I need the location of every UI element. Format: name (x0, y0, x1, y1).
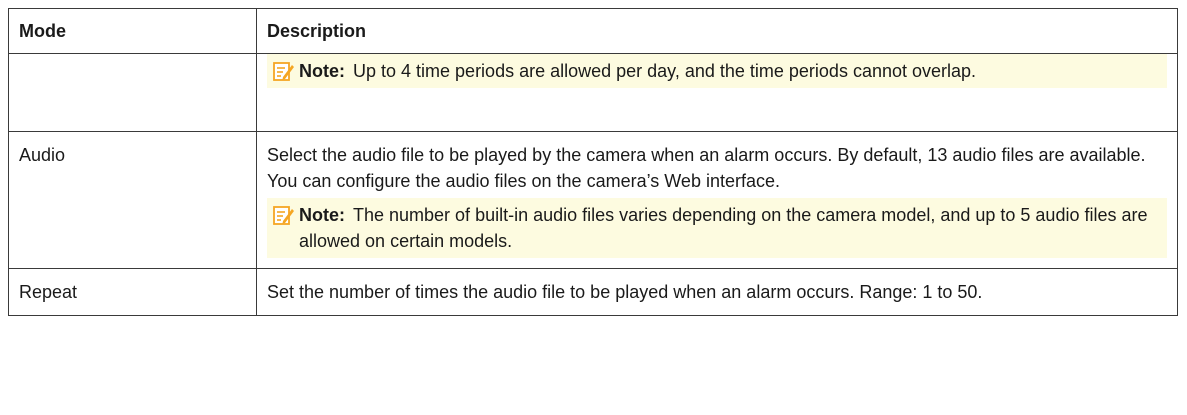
note-label: Note: (299, 61, 345, 81)
row-mode-cell (8, 53, 257, 132)
table-row: Note: Up to 4 time periods are allowed pe… (8, 53, 1178, 132)
table-row: Repeat Set the number of times the audio… (8, 268, 1178, 316)
note-text: The number of built-in audio files varie… (299, 205, 1148, 251)
row-mode-cell: Audio (8, 131, 257, 269)
note-box: Note: The number of built-in audio files … (267, 198, 1167, 258)
table-header-row: Mode Description (8, 8, 1178, 54)
note-box: Note: Up to 4 time periods are allowed pe… (267, 54, 1167, 88)
header-description: Description (256, 8, 1178, 54)
note-text: Up to 4 time periods are allowed per day… (353, 61, 977, 81)
row-mode-cell: Repeat (8, 268, 257, 316)
note-pencil-icon (273, 204, 299, 226)
row-description-text: Select the audio file to be played by th… (267, 145, 1146, 191)
header-mode: Mode (8, 8, 257, 54)
table-row: Audio Select the audio file to be played… (8, 131, 1178, 269)
row-description-text: Set the number of times the audio file t… (267, 282, 983, 302)
note-pencil-icon (273, 60, 299, 82)
row-description-cell: Set the number of times the audio file t… (256, 268, 1178, 316)
mode-description-table: Mode Description Note: Up to 4 time peri… (8, 8, 1178, 316)
note-label: Note: (299, 205, 345, 225)
mode-description-table-wrapper: Mode Description Note: Up to 4 time peri… (8, 8, 1178, 316)
row-description-cell: Note: Up to 4 time periods are allowed pe… (256, 53, 1178, 132)
row-description-cell: Select the audio file to be played by th… (256, 131, 1178, 269)
